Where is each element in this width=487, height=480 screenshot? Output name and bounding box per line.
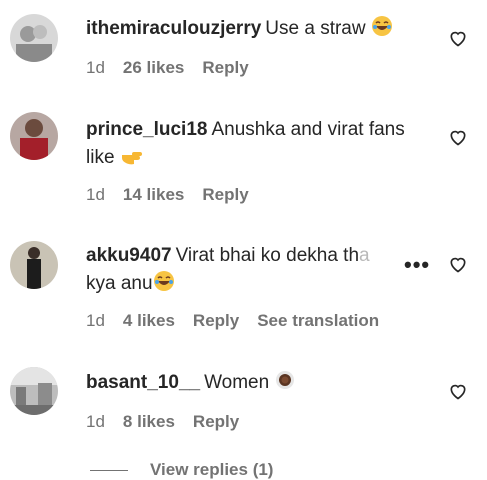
username[interactable]: basant_10__ bbox=[86, 372, 200, 393]
pointing-hand-icon bbox=[120, 146, 144, 175]
like-heart-icon[interactable] bbox=[448, 254, 468, 274]
comment-meta: 1d 4 likes Reply See translation bbox=[86, 311, 397, 331]
view-replies-link[interactable]: View replies (1) bbox=[90, 460, 273, 480]
comment-text: prince_luci18 Anushka and virat fans like bbox=[86, 116, 446, 175]
laughing-face-icon bbox=[371, 15, 393, 46]
comment-message: Women bbox=[204, 372, 270, 393]
like-heart-icon[interactable] bbox=[448, 127, 468, 147]
laughing-face-icon bbox=[153, 270, 175, 301]
timestamp: 1d bbox=[86, 412, 105, 431]
comment-text: ithemiraculouzjerry Use a straw bbox=[86, 15, 393, 46]
more-options-icon[interactable]: ••• bbox=[404, 252, 430, 278]
username[interactable]: ithemiraculouzjerry bbox=[86, 18, 261, 39]
like-heart-icon[interactable] bbox=[448, 381, 468, 401]
comment-text: akku9407 Virat bhai ko dekha tha kya anu bbox=[86, 242, 406, 301]
comment-message: Use a straw bbox=[265, 18, 366, 39]
avatar[interactable] bbox=[10, 112, 58, 160]
coffee-cup-icon bbox=[274, 369, 296, 400]
comment-message-line2: like bbox=[86, 147, 115, 168]
avatar[interactable] bbox=[10, 14, 58, 62]
replies-divider bbox=[90, 470, 128, 472]
comment-message-line2: kya anu bbox=[86, 273, 153, 294]
username[interactable]: akku9407 bbox=[86, 245, 172, 266]
avatar[interactable] bbox=[10, 241, 58, 289]
comment-meta: 1d 14 likes Reply bbox=[86, 185, 267, 205]
comment-text: basant_10__ Women bbox=[86, 369, 296, 400]
like-heart-icon[interactable] bbox=[448, 28, 468, 48]
timestamp: 1d bbox=[86, 185, 105, 204]
comment-message: Virat bhai ko dekha th bbox=[175, 245, 360, 266]
username[interactable]: prince_luci18 bbox=[86, 119, 207, 140]
timestamp: 1d bbox=[86, 58, 105, 77]
likes-count[interactable]: 8 likes bbox=[123, 412, 175, 431]
reply-button[interactable]: Reply bbox=[193, 311, 239, 330]
see-translation-link[interactable]: See translation bbox=[257, 311, 379, 330]
likes-count[interactable]: 14 likes bbox=[123, 185, 184, 204]
likes-count[interactable]: 26 likes bbox=[123, 58, 184, 77]
reply-button[interactable]: Reply bbox=[202, 58, 248, 77]
reply-button[interactable]: Reply bbox=[193, 412, 239, 431]
comment-meta: 1d 8 likes Reply bbox=[86, 412, 257, 432]
reply-button[interactable]: Reply bbox=[202, 185, 248, 204]
timestamp: 1d bbox=[86, 311, 105, 330]
comment-meta: 1d 26 likes Reply bbox=[86, 58, 267, 78]
likes-count[interactable]: 4 likes bbox=[123, 311, 175, 330]
view-replies-label[interactable]: View replies (1) bbox=[150, 460, 273, 479]
comment-message-faded: a bbox=[359, 245, 370, 266]
avatar[interactable] bbox=[10, 367, 58, 415]
comment-message: Anushka and virat fans bbox=[211, 119, 405, 140]
